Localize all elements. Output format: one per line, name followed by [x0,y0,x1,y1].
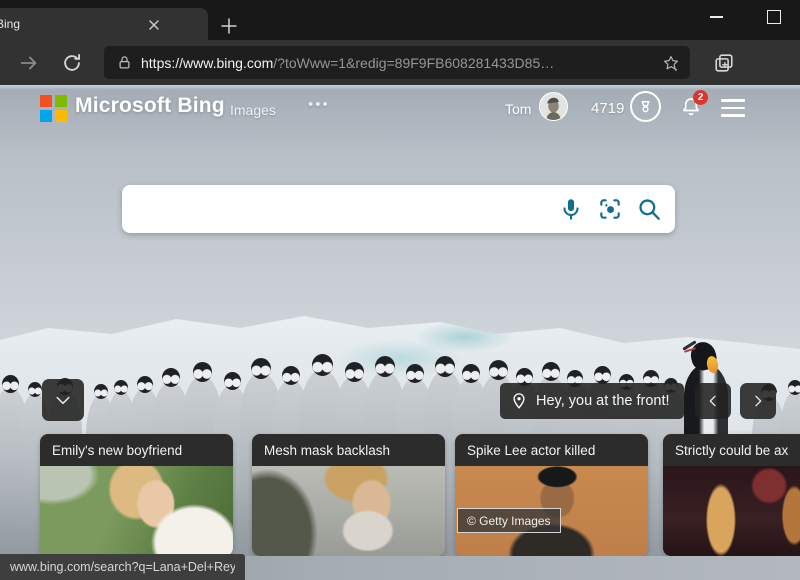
bing-header: Microsoft Bing Images ••• Tom 4719 2 [0,85,800,135]
bing-homepage: Microsoft Bing Images ••• Tom 4719 2 [0,85,800,580]
hamburger-menu-icon[interactable] [721,99,745,117]
carousel-next-button[interactable] [740,383,776,419]
address-bar[interactable]: https://www.bing.com/?toWww=1&redig=89F9… [104,46,690,79]
news-card-title: Strictly could be ax [663,434,800,466]
news-card-image: © Getty Images [455,466,648,556]
collapse-carousel-button[interactable] [42,379,84,421]
lock-icon [117,54,132,71]
carousel-prev-button[interactable] [695,383,731,419]
nav-images-link[interactable]: Images [230,102,276,118]
user-name[interactable]: Tom [505,101,531,117]
search-icon[interactable] [636,196,662,222]
news-card-title: Spike Lee actor killed [455,434,648,466]
tab-title: Bing [0,17,20,31]
news-card[interactable]: Mesh mask backlash [252,434,445,556]
visual-search-icon[interactable] [597,196,623,222]
link-status-bar: www.bing.com/search?q=Lana+Del+Rey+… [0,554,245,580]
browser-tab[interactable]: Bing [0,8,208,40]
new-tab-button[interactable] [218,15,240,37]
voice-search-icon[interactable] [558,196,584,222]
news-card[interactable]: Emily's new boyfriend [40,434,233,556]
notification-count-badge: 2 [693,90,708,105]
tab-close-icon[interactable] [145,16,162,33]
tooltip-text: Hey, you at the front! [536,393,670,409]
browser-window: Bing https://www.bing.com/?toWww=1&redig… [0,0,800,580]
rewards-medal-icon[interactable] [630,91,661,122]
image-credit-badge: © Getty Images [457,508,561,533]
microsoft-logo-icon[interactable] [40,95,67,122]
browser-toolbar: https://www.bing.com/?toWww=1&redig=89F9… [0,40,800,85]
image-location-tooltip[interactable]: Hey, you at the front! [500,383,684,419]
tab-bar: Bing [0,0,800,40]
rewards-points[interactable]: 4719 [591,100,624,117]
url-text: https://www.bing.com/?toWww=1&redig=89F9… [141,55,652,71]
news-card-image [40,466,233,556]
user-avatar[interactable] [539,92,568,121]
news-card[interactable]: Strictly could be ax [663,434,800,556]
collections-icon[interactable] [711,50,736,75]
window-maximize-button[interactable] [752,0,796,34]
status-url: www.bing.com/search?q=Lana+Del+Rey+… [10,560,235,574]
news-card[interactable]: Spike Lee actor killed © Getty Images [455,434,648,556]
search-input[interactable] [122,185,558,233]
news-card-image [252,466,445,556]
search-bar [122,185,675,233]
news-card-title: Mesh mask backlash [252,434,445,466]
favorite-star-icon[interactable] [662,54,680,72]
refresh-icon[interactable] [59,50,84,75]
news-card-title: Emily's new boyfriend [40,434,233,466]
bing-logo-text[interactable]: Microsoft Bing [75,94,225,118]
forward-icon[interactable] [16,50,41,75]
window-minimize-button[interactable] [694,0,738,34]
more-menu-icon[interactable]: ••• [308,96,330,113]
news-card-image [663,466,800,556]
location-pin-icon [510,392,528,410]
